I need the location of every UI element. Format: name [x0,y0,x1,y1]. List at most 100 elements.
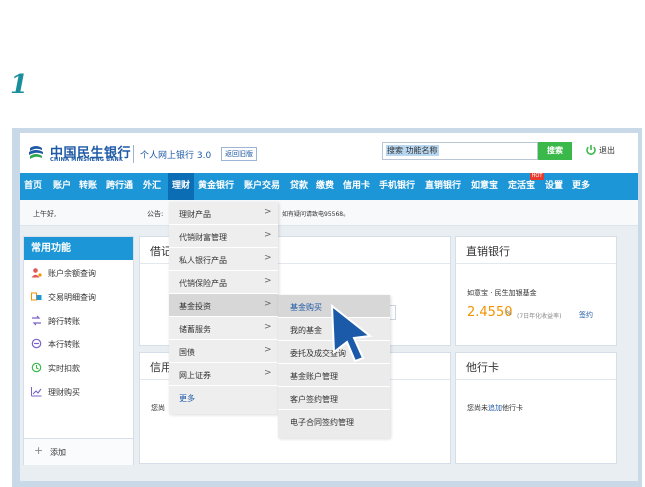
main-nav: 首页 账户 转账 跨行通 外汇 理财 黄金银行 账户交易 贷款 缴费 信用卡 手… [20,173,638,200]
nav-item-gold[interactable]: 黄金银行 [198,173,234,200]
submenu-item-fund-account[interactable]: 基金账户管理 [278,364,390,387]
sidebar-item-label: 理财购买 [48,388,80,397]
nav-item-settings[interactable]: 设置 [545,173,563,200]
hot-badge: HOT [530,173,544,180]
menu-item-online-securities[interactable]: 网上证券 > [169,363,278,386]
user-balance-icon [31,268,42,278]
same-bank-transfer-icon [31,338,42,349]
sidebar-item-wealth-purchase[interactable]: 理财购买 [31,386,80,402]
realtime-debit-icon [31,362,42,373]
menu-item-wealth-products[interactable]: 理财产品 > [169,202,278,225]
nav-item-more[interactable]: 更多 [572,173,590,200]
sidebar-item-realtime-debit[interactable]: 实时扣款 [31,362,80,378]
sidebar-item-balance[interactable]: 账户余额查询 [31,267,96,283]
nav-item-wealth[interactable]: 理财 [168,173,195,200]
nav-item-account[interactable]: 账户 [53,173,71,200]
sidebar-item-transactions[interactable]: 交易明细查询 [31,291,96,307]
logout-link[interactable]: 退出 [599,145,615,156]
header: 中国民生银行 CHINA MINSHENG BANK 个人网上银行 3.0 返回… [20,133,638,173]
sidebar-item-label: 实时扣款 [48,364,80,373]
menu-item-label: 私人银行产品 [179,256,227,265]
chevron-right-icon: > [264,299,272,309]
nav-item-loan[interactable]: 贷款 [290,173,308,200]
announcement-bar: 上午好, 公告: 如有疑问请致电95568。 [20,200,638,226]
other-card-text: 您尚未追加他行卡 [467,403,523,413]
chevron-right-icon: > [264,322,272,332]
chevron-right-icon: > [264,368,272,378]
other-card-title: 他行卡 [466,361,499,374]
menu-item-savings[interactable]: 储蓄服务 > [169,317,278,340]
step-number: 1 [10,70,29,100]
bank-window: 中国民生银行 CHINA MINSHENG BANK 个人网上银行 3.0 返回… [20,133,638,481]
menu-item-label: 代销保险产品 [179,279,227,288]
search-button[interactable]: 搜索 [538,142,572,160]
nav-item-forex[interactable]: 外汇 [143,173,161,200]
panel-divider [456,263,616,264]
menu-item-wealth-management[interactable]: 代销财富管理 > [169,225,278,248]
greeting: 上午好, [33,210,57,218]
menu-item-more[interactable]: 更多 [169,386,278,409]
submenu-item-e-contract[interactable]: 电子合同签约管理 [278,410,390,433]
sidebar-add-row[interactable]: + 添加 [24,438,133,465]
nav-item-home[interactable]: 首页 [24,173,42,200]
plus-icon: + [34,444,44,457]
menu-item-insurance[interactable]: 代销保险产品 > [169,271,278,294]
direct-bank-panel: 直销银行 如意宝 · 民生加银基金 2.4550 % (7日年化收益率) 签约 [455,236,617,346]
minsheng-logo-icon [29,146,43,159]
sidebar-title: 常用功能 [24,237,133,260]
wealth-chart-icon [31,387,42,397]
chevron-right-icon: > [264,345,272,355]
sign-up-link[interactable]: 签约 [579,310,593,320]
sidebar: 常用功能 账户余额查询 交易明细查询 跨行转账 本行转账 实时扣款 理财购买 +… [23,236,134,465]
sidebar-item-label: 账户余额查询 [48,269,96,278]
sidebar-item-cross-bank-transfer[interactable]: 跨行转账 [31,315,80,331]
menu-item-private-banking[interactable]: 私人银行产品 > [169,248,278,271]
nav-item-mobile-bank[interactable]: 手机银行 [379,173,415,200]
announcement-label: 公告: [147,210,164,218]
menu-item-label: 理财产品 [179,210,211,219]
panel-divider [456,379,616,380]
search-placeholder: 搜索 功能名称 [386,145,439,156]
announcement-text: 如有疑问请致电95568。 [282,211,350,218]
menu-item-label: 网上证券 [179,371,211,380]
power-icon[interactable] [585,144,597,156]
nav-item-payment[interactable]: 缴费 [316,173,334,200]
bank-name-english: CHINA MINSHENG BANK [50,157,124,163]
menu-item-fund-investment[interactable]: 基金投资 > [169,294,278,317]
yield-note: (7日年化收益率) [517,313,562,320]
mouse-cursor-icon [330,304,373,362]
chevron-right-icon: > [264,276,272,286]
yield-unit: % [506,310,512,317]
transaction-detail-icon [31,292,42,301]
menu-item-label: 储蓄服务 [179,325,211,334]
nav-item-direct-bank[interactable]: 直销银行 [425,173,461,200]
old-version-link[interactable]: 返回旧版 [221,147,257,161]
search-input[interactable]: 搜索 功能名称 [382,142,538,160]
direct-bank-title: 直销银行 [466,245,510,258]
nav-item-account-trade[interactable]: 账户交易 [244,173,280,200]
product-version: 个人网上银行 3.0 [140,151,212,161]
menu-item-label: 基金投资 [179,302,211,311]
sidebar-item-same-bank-transfer[interactable]: 本行转账 [31,338,80,354]
submenu-item-label: 基金购买 [290,303,322,312]
add-card-link[interactable]: 追加 [488,404,502,412]
menu-item-label: 更多 [179,394,195,403]
submenu-item-label: 客户签约管理 [290,395,338,404]
menu-item-treasury-bonds[interactable]: 国债 > [169,340,278,363]
submenu-item-client-contract[interactable]: 客户签约管理 [278,387,390,410]
wealth-dropdown-menu: 理财产品 > 代销财富管理 > 私人银行产品 > 代销保险产品 > 基金投资 > 储蓄服务… [169,202,278,414]
menu-item-label: 国债 [179,348,195,357]
credit-panel-text: 您尚 [151,404,165,412]
nav-item-credit-card[interactable]: 信用卡 [343,173,370,200]
sidebar-item-label: 跨行转账 [48,317,80,326]
chevron-right-icon: > [264,253,272,263]
nav-item-ruyibao[interactable]: 如意宝 [471,173,498,200]
other-card-text-before: 您尚未 [467,404,488,412]
nav-item-transfer[interactable]: 转账 [79,173,97,200]
menu-item-label: 代销财富管理 [179,233,227,242]
submenu-item-label: 电子合同签约管理 [290,418,354,427]
sidebar-item-label: 本行转账 [48,340,80,349]
submenu-item-label: 我的基金 [290,326,322,335]
cross-bank-transfer-icon [32,315,41,326]
nav-item-cross-bank[interactable]: 跨行通 [106,173,133,200]
